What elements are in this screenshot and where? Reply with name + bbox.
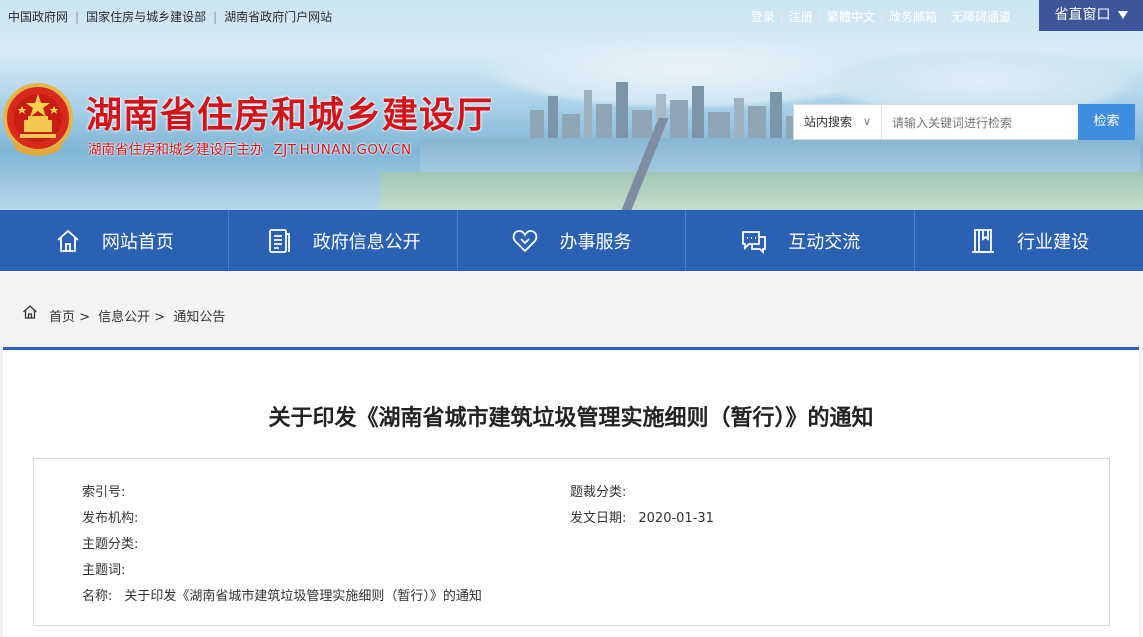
heart-icon [513,229,538,252]
nav-item-label: 办事服务 [559,231,632,253]
meta-value: 关于印发《湖南省城市建筑垃圾管理实施细则（暂行）》的通知 [124,589,482,604]
nav-item-label: 网站首页 [101,231,174,253]
article-meta-table: 索引号: 题裁分类: 发布机构: 发文日期: 2020-01-31 主题分类: 主… [33,458,1110,626]
meta-label: 发布机构: [82,511,139,526]
meta-category: 题裁分类: [570,481,632,500]
site-sponsor: 湖南省住房和城乡建设厅主办 [88,142,264,158]
nav-item-services[interactable]: 办事服务 [458,210,687,271]
search-input[interactable] [884,105,1084,141]
site-subtitle: 湖南省住房和城乡建设厅主办 ZJT.HUNAN.GOV.CN [88,138,412,158]
gov-mail-link[interactable]: 政务邮箱 [889,10,937,24]
nav-item-interaction[interactable]: 互动交流 [686,210,916,271]
meta-label: 题裁分类: [570,485,627,500]
banner-land [380,172,1143,210]
link-gov-cn[interactable]: 中国政府网 [8,10,68,24]
meta-label: 主题分类: [82,537,139,552]
traditional-chinese-link[interactable]: 繁體中文 [827,10,875,24]
link-hunan-gov[interactable]: 湖南省政府门户网站 [224,10,332,24]
link-mohurd[interactable]: 国家住房与城乡建设部 [86,10,206,24]
home-icon [23,305,37,319]
search-button[interactable]: 检索 [1078,104,1135,140]
external-links: 中国政府网 | 国家住房与城乡建设部 | 湖南省政府门户网站 [8,10,333,24]
main-nav: 网站首页 政府信息公开 办事服务 互动交流 行业建设 [0,210,1143,271]
user-links: 登录 | 注册 | 繁體中文 | 政务邮箱 | 无障碍通道 [750,10,1011,24]
nav-item-gov-info[interactable]: 政府信息公开 [229,210,458,271]
site-title: 湖南省住房和城乡建设厅 [86,94,494,136]
home-icon [57,229,79,252]
search-scope-label: 站内搜索 [804,115,853,129]
chat-icon [742,230,767,254]
meta-keywords: 主题词: [82,559,131,578]
book-icon [972,228,995,253]
breadcrumb-notices[interactable]: 通知公告 [173,310,225,325]
document-icon [268,228,290,253]
nav-item-industry[interactable]: 行业建设 [915,210,1143,271]
meta-label: 索引号: [82,485,126,500]
login-link[interactable]: 登录 [751,10,775,24]
nav-item-home[interactable]: 网站首页 [0,210,229,271]
breadcrumb-info-disclosure[interactable]: 信息公开 > [98,310,165,325]
breadcrumb: 首页 > 信息公开 > 通知公告 [0,290,1143,338]
nav-item-label: 行业建设 [1017,231,1090,253]
article-title: 关于印发《湖南省城市建筑垃圾管理实施细则（暂行）》的通知 [268,406,874,431]
meta-topic: 主题分类: [82,533,144,552]
top-bar: 中国政府网 | 国家住房与城乡建设部 | 湖南省政府门户网站 登录 | 注册 | 繁體中文 | 政务… [0,0,1143,31]
site-domain: ZJT.HUNAN.GOV.CN [273,142,412,158]
nav-item-label: 政府信息公开 [312,231,421,253]
meta-label: 名称: [82,589,113,604]
triangle-down-icon [1117,11,1128,19]
breadcrumb-home[interactable]: 首页 > [49,310,90,325]
search-scope-select[interactable]: 站内搜索 ∨ [794,105,882,139]
article-panel: 关于印发《湖南省城市建筑垃圾管理实施细则（暂行）》的通知 索引号: 题裁分类: … [3,347,1139,637]
meta-name: 名称: 关于印发《湖南省城市建筑垃圾管理实施细则（暂行）》的通知 [82,585,482,604]
nav-item-label: 互动交流 [788,231,861,253]
meta-publisher: 发布机构: [82,507,144,526]
provincial-window-button[interactable]: 省直窗口 [1039,0,1143,31]
meta-index: 索引号: [82,481,131,500]
provincial-window-label: 省直窗口 [1054,7,1111,23]
meta-value: 2020-01-31 [638,511,714,526]
register-link[interactable]: 注册 [789,10,813,24]
national-emblem-icon [3,83,73,156]
meta-label: 发文日期: [570,511,627,526]
search-box: 站内搜索 ∨ 检索 [793,104,1135,141]
banner-skyline [520,78,820,140]
chevron-down-icon: ∨ [862,115,871,128]
accessibility-link[interactable]: 无障碍通道 [951,10,1011,24]
meta-label: 主题词: [82,563,126,578]
meta-date: 发文日期: 2020-01-31 [570,507,714,526]
